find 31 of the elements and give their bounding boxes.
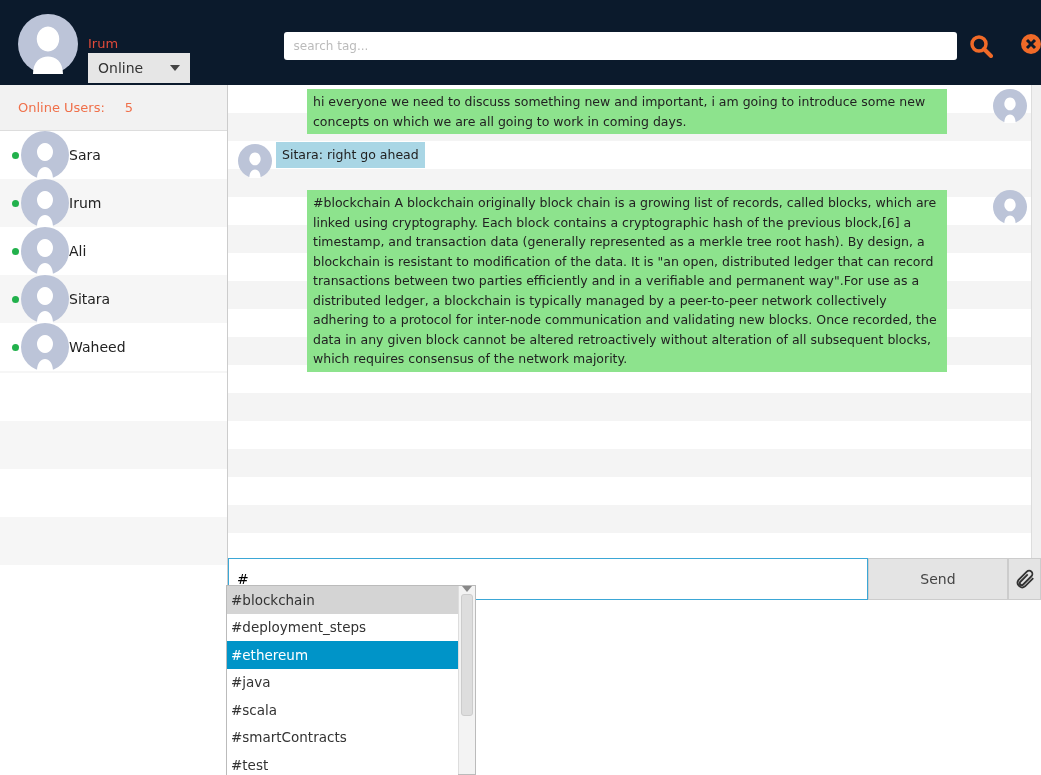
online-users-count: 5 [124, 100, 134, 115]
avatar-icon [21, 131, 69, 179]
user-item[interactable]: Waheed [0, 323, 227, 371]
avatar-icon [238, 144, 272, 178]
send-button[interactable]: Send [868, 558, 1008, 600]
close-icon[interactable] [1021, 34, 1041, 54]
user-name: Irum [88, 36, 120, 51]
tag-option[interactable]: #blockchain [227, 586, 458, 614]
user-item[interactable]: Sitara [0, 275, 227, 323]
search-field[interactable]: search tag... [283, 32, 957, 60]
avatar-icon [993, 89, 1027, 123]
avatar-icon [21, 179, 69, 227]
message-bubble: Sitara: right go ahead [276, 142, 425, 168]
user-item[interactable]: Sara [0, 131, 227, 179]
search-icon[interactable] [969, 34, 993, 58]
avatar-icon [21, 323, 69, 371]
caret-icon [170, 65, 180, 71]
message-bubble: hi everyone we need to discuss something new and important, i am going to introduce some new concepts on which we are all going to work in coming days. [307, 89, 947, 134]
caret-icon [462, 586, 472, 592]
user-item[interactable]: Irum [0, 179, 227, 227]
avatar-icon [993, 190, 1027, 224]
online-users-label: Online Users: [18, 100, 105, 115]
attach-button[interactable] [1008, 558, 1041, 600]
message-bubble: #blockchain A blockchain originally block chain is a growing list of records, called blocks, which are linked using cryptography. Each block contains a cryptographic hash of the previous block,[6] a timestamp, and transaction data (generally represented as a merkle tree root hash). By design, a blockchain is resistant to modification of the data. It is "an open, distributed ledger that can record transactions between two parties efficiently and in a verifiable and permanent way".For use as a distributed ledger, a blockchain is typically managed by a peer-to-peer network collectively adhering to a protocol for inter-node communication and validating new blocks. Once recorded, the data in any given block cannot be altered retroactively without alteration of all subsequent blocks, which requires consensus of the network majority. [307, 190, 947, 372]
status-dropdown[interactable]: Online [88, 53, 190, 83]
avatar-icon [21, 227, 69, 275]
scrollbar-thumb[interactable] [461, 594, 473, 716]
scrollbar[interactable] [1031, 85, 1041, 558]
avatar-icon [21, 275, 69, 323]
profile-avatar-icon [18, 14, 78, 74]
user-item[interactable]: Ali [0, 227, 227, 275]
